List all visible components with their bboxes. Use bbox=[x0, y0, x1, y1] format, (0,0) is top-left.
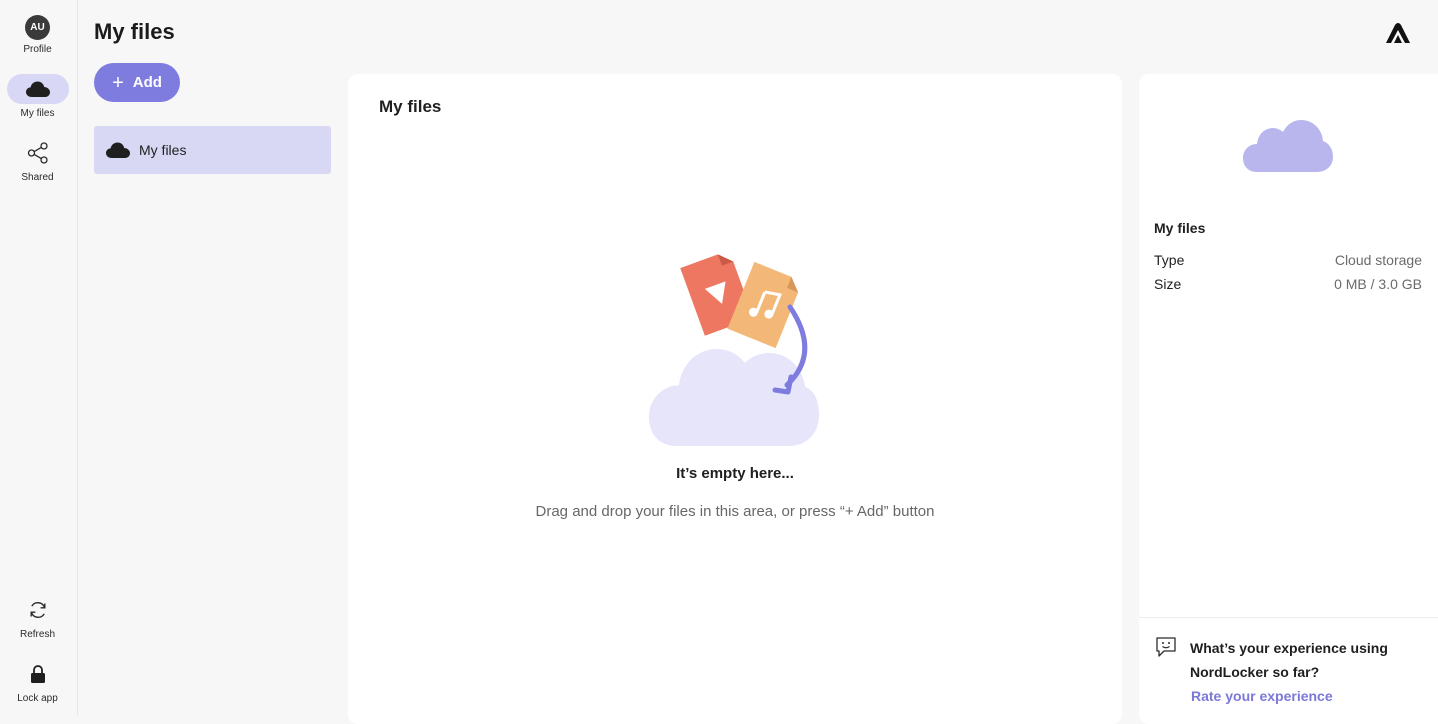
rail-profile-label: Profile bbox=[23, 44, 52, 55]
add-button[interactable]: + Add bbox=[94, 63, 180, 102]
tree-item-my-files[interactable]: My files bbox=[94, 126, 331, 174]
rail-lock-label: Lock app bbox=[17, 693, 58, 704]
details-panel: My files Type Cloud storage Size 0 MB / … bbox=[1139, 74, 1438, 724]
cloud-icon bbox=[25, 81, 50, 97]
rail-my-files-label: My files bbox=[20, 108, 55, 119]
add-button-label: Add bbox=[132, 74, 162, 91]
rail-shared[interactable]: Shared bbox=[0, 138, 75, 198]
nav-rail: AU Profile My files Shared Refresh Lock … bbox=[0, 0, 78, 716]
nordlocker-logo-icon bbox=[1386, 23, 1410, 43]
rail-refresh-icon-wrap bbox=[7, 595, 69, 625]
rail-my-files-icon-wrap bbox=[6, 74, 69, 104]
cloud-icon bbox=[106, 142, 130, 158]
rail-refresh[interactable]: Refresh bbox=[0, 595, 75, 655]
tree-item-label: My files bbox=[139, 142, 187, 158]
feedback-smile-icon bbox=[1156, 637, 1176, 657]
detail-type-label: Type bbox=[1154, 252, 1185, 268]
cloud-storage-icon bbox=[1243, 120, 1333, 172]
rate-experience-link[interactable]: Rate your experience bbox=[1191, 688, 1333, 704]
file-drop-area[interactable]: My files It’s empty here... Drag and dro… bbox=[348, 74, 1122, 724]
divider bbox=[1139, 617, 1438, 618]
rail-shared-icon-wrap bbox=[7, 138, 69, 168]
rail-my-files[interactable]: My files bbox=[0, 74, 75, 134]
rail-profile-icon-wrap: AU bbox=[7, 14, 69, 40]
detail-row-type: Type Cloud storage bbox=[1154, 252, 1422, 268]
detail-row-size: Size 0 MB / 3.0 GB bbox=[1154, 276, 1422, 292]
rail-profile[interactable]: AU Profile bbox=[0, 14, 75, 74]
rail-lock-icon-wrap bbox=[7, 659, 69, 689]
empty-state-title: It’s empty here... bbox=[676, 465, 794, 482]
detail-size-value: 0 MB / 3.0 GB bbox=[1334, 276, 1422, 292]
empty-state-illustration bbox=[649, 254, 819, 446]
rail-lock[interactable]: Lock app bbox=[0, 659, 75, 719]
feedback-question: What’s your experience using NordLocker … bbox=[1190, 640, 1388, 680]
empty-state-hint: Drag and drop your files in this area, o… bbox=[535, 503, 935, 520]
detail-size-label: Size bbox=[1154, 276, 1182, 292]
plus-icon: + bbox=[112, 71, 124, 94]
main-panel-title: My files bbox=[379, 97, 442, 116]
refresh-icon bbox=[30, 602, 45, 618]
rail-shared-label: Shared bbox=[21, 172, 54, 183]
rail-refresh-label: Refresh bbox=[19, 629, 55, 640]
detail-type-value: Cloud storage bbox=[1334, 252, 1422, 268]
details-title: My files bbox=[1154, 220, 1206, 236]
avatar: AU bbox=[25, 14, 50, 40]
page-title: My files bbox=[94, 19, 175, 44]
share-icon bbox=[27, 142, 48, 164]
lock-icon bbox=[30, 665, 45, 683]
